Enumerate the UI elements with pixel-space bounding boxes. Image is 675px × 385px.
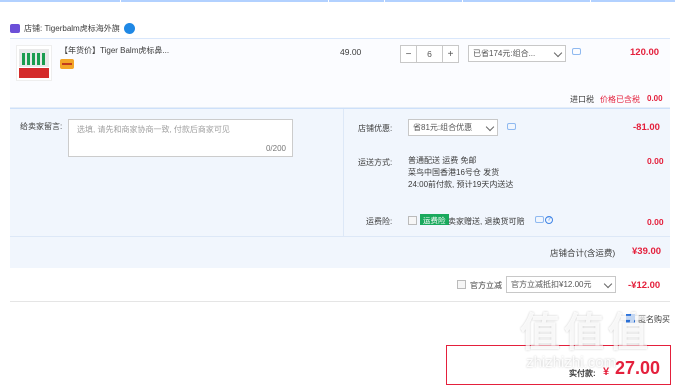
insurance-checkbox[interactable]: [408, 216, 417, 225]
insurance-text: 卖家赠送, 退换货可赔: [448, 217, 525, 226]
decrease-button[interactable]: −: [400, 45, 417, 63]
tax-included-note: 价格已含税: [600, 95, 640, 104]
official-discount-label: 官方立减: [470, 281, 502, 290]
chevron-down-icon: [553, 48, 563, 58]
seller-note-label: 给卖家留言:: [20, 122, 63, 131]
top-border: [0, 0, 675, 2]
shipping-eta: 24:00前付款, 预计19天内送达: [408, 180, 514, 189]
shipping-label: 运送方式:: [358, 158, 393, 167]
item-subtotal: 120.00: [630, 47, 660, 58]
seller-note-input[interactable]: 选填, 请先和商家协商一致, 付款后商家可见 0/200: [68, 119, 293, 157]
import-tax-value: 0.00: [647, 94, 663, 103]
summary-divider: [10, 236, 670, 237]
comment-icon[interactable]: [572, 48, 581, 55]
shop-name[interactable]: 店铺: Tigerbalm虎标海外旗: [24, 23, 120, 34]
product-title[interactable]: 【年货价】Tiger Balm虎标鼻...: [60, 45, 169, 56]
wangwang-chat-icon[interactable]: [123, 22, 135, 34]
shop-discount-label: 店铺优惠:: [358, 124, 393, 133]
order-options-panel: 店铺优惠: 省81元:组合优惠 -81.00 运送方式: 普通配送 运费 免邮 …: [343, 109, 670, 236]
char-counter: 0/200: [265, 144, 286, 153]
shop-icon: [10, 23, 20, 33]
insurance-label: 运费险:: [366, 217, 393, 226]
comment-icon[interactable]: [535, 216, 544, 223]
insurance-badge: 运费险: [420, 214, 449, 225]
quantity-input[interactable]: 6: [417, 45, 442, 63]
official-discount-value: -¥12.00: [628, 280, 661, 291]
chevron-down-icon: [485, 122, 495, 132]
official-discount-select[interactable]: 官方立减抵扣¥12.00元: [506, 276, 616, 293]
item-promo-select[interactable]: 已省174元:组合...: [468, 45, 566, 62]
insurance-value: 0.00: [647, 217, 664, 227]
shop-discount-select[interactable]: 省81元:组合优惠: [408, 119, 498, 136]
shop-total-label: 店铺合计(含运费): [550, 248, 616, 258]
shop-header: 店铺: Tigerbalm虎标海外旗: [10, 20, 135, 36]
shop-total-value: ¥39.00: [632, 246, 662, 257]
help-icon[interactable]: ?: [545, 216, 553, 224]
shop-discount-value: -81.00: [633, 122, 660, 133]
order-item-row: 【年货价】Tiger Balm虎标鼻... 49.00 − 6 + 已省174元…: [10, 38, 670, 108]
site-watermark: 值值值 zhizhizhi.com: [520, 311, 652, 371]
increase-button[interactable]: +: [442, 45, 459, 63]
shipping-method: 普通配送 运费 免邮: [408, 156, 477, 165]
import-tax-label: 进口税: [570, 95, 594, 104]
comment-icon[interactable]: [507, 123, 516, 130]
product-thumbnail[interactable]: [16, 45, 52, 81]
official-discount-checkbox[interactable]: [457, 280, 466, 289]
shipping-warehouse: 菜鸟中国香港16号仓 发货: [408, 168, 500, 177]
unit-price: 49.00: [340, 47, 362, 57]
card-payment-icon: [60, 59, 74, 69]
order-summary: 给卖家留言: 选填, 请先和商家协商一致, 付款后商家可见 0/200 店铺优惠…: [10, 108, 670, 268]
chevron-down-icon: [603, 279, 613, 289]
shipping-value: 0.00: [647, 156, 664, 166]
quantity-stepper: − 6 +: [400, 45, 459, 63]
